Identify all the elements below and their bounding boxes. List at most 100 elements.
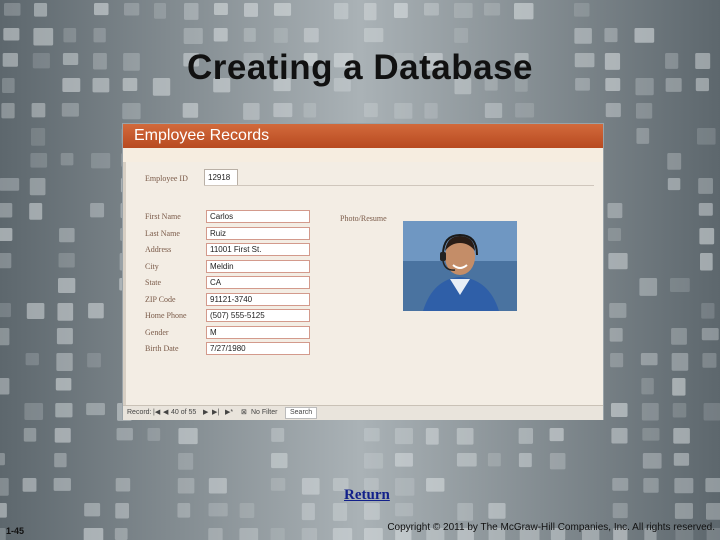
field-input[interactable]: CA	[206, 276, 310, 289]
bg-tile	[1, 103, 15, 119]
bg-tile	[394, 453, 413, 467]
bg-tile	[63, 28, 77, 43]
bg-tile	[147, 428, 161, 441]
bg-tile	[33, 28, 54, 46]
bg-tile	[29, 178, 46, 196]
first-record-icon[interactable]: |◀	[153, 406, 160, 419]
bg-tile	[243, 28, 256, 42]
bg-tile	[670, 278, 690, 292]
bg-tile	[674, 478, 694, 494]
bg-tile	[182, 103, 199, 118]
field-input[interactable]: Ruiz	[206, 226, 310, 240]
bg-tile	[178, 428, 198, 445]
bg-tile	[364, 28, 384, 43]
bg-tile	[3, 28, 20, 41]
bg-tile	[24, 403, 44, 421]
bg-tile	[23, 428, 37, 442]
bg-tile	[239, 503, 255, 519]
copyright-notice: Copyright © 2011 by The McGraw-Hill Comp…	[387, 522, 715, 533]
bg-tile	[610, 353, 624, 368]
field-input[interactable]: (507) 555-5125	[206, 309, 310, 322]
return-link[interactable]: Return	[344, 487, 390, 504]
bg-tile	[484, 103, 503, 118]
bg-tile	[702, 353, 717, 368]
bg-tile	[395, 478, 415, 496]
field-label: Last Name	[145, 228, 180, 238]
field-label: First Name	[145, 212, 181, 221]
bg-tile	[115, 478, 131, 492]
bg-tile	[271, 428, 285, 442]
bg-tile	[332, 528, 353, 540]
bg-tile	[701, 303, 715, 319]
prev-record-icon[interactable]: ◀	[163, 406, 168, 419]
field-input[interactable]: M	[206, 325, 310, 339]
bg-tile	[672, 378, 686, 396]
bg-tile	[454, 28, 469, 43]
bg-tile	[488, 503, 506, 519]
bg-tile	[184, 3, 199, 20]
bg-tile	[115, 503, 129, 519]
photo-label: Photo/Resume	[340, 214, 387, 223]
no-filter-button[interactable]: No Filter	[251, 406, 277, 419]
bg-tile	[122, 103, 141, 120]
record-selector[interactable]	[123, 162, 126, 407]
bg-tile	[454, 3, 473, 19]
bg-tile	[364, 503, 380, 520]
new-record-icon[interactable]: ▶*	[225, 406, 233, 419]
bg-tile	[425, 428, 439, 445]
bg-tile	[271, 453, 288, 469]
record-position[interactable]: 40 of 55	[171, 406, 196, 419]
bg-tile	[705, 478, 720, 493]
bg-tile	[394, 3, 408, 19]
bg-tile	[208, 528, 223, 540]
bg-tile	[636, 128, 650, 144]
bg-tile	[611, 428, 628, 444]
bg-tile	[671, 328, 687, 345]
bg-tile	[55, 378, 72, 391]
bg-tile	[243, 103, 260, 120]
bg-tile	[239, 528, 259, 540]
bg-tile	[61, 103, 79, 117]
field-input[interactable]: 7/27/1980	[206, 342, 310, 355]
bg-tile	[208, 478, 227, 494]
bg-tile	[674, 503, 693, 519]
bg-tile	[574, 3, 590, 17]
bg-tile	[0, 503, 7, 518]
employee-photo[interactable]	[403, 221, 517, 311]
field-input[interactable]: Carlos	[206, 210, 310, 223]
field-input[interactable]: Meldin	[206, 259, 310, 273]
bg-tile	[0, 478, 9, 496]
bg-tile	[706, 503, 720, 520]
bg-tile	[672, 403, 687, 418]
bg-tile	[0, 303, 11, 318]
bg-tile	[639, 278, 658, 296]
bg-tile	[31, 128, 46, 146]
employee-id-field[interactable]: 12918	[204, 169, 238, 186]
divider	[204, 185, 594, 186]
field-input[interactable]: 11001 First St.	[206, 243, 310, 256]
bg-tile	[301, 478, 320, 495]
bg-tile	[29, 203, 43, 220]
bg-tile	[0, 178, 20, 191]
bg-tile	[114, 528, 128, 540]
bg-tile	[34, 3, 48, 17]
search-box[interactable]: Search	[285, 407, 318, 419]
person-photo-icon	[403, 221, 517, 311]
bg-tile	[273, 28, 288, 43]
bg-tile	[457, 503, 474, 521]
bg-tile	[84, 503, 101, 517]
bg-tile	[208, 503, 228, 517]
bg-tile	[608, 253, 628, 270]
last-record-icon[interactable]: ▶|	[212, 406, 219, 419]
bg-tile	[671, 353, 689, 371]
field-label: Birth Date	[145, 344, 179, 353]
bg-tile	[456, 428, 474, 445]
bg-tile	[642, 428, 660, 441]
next-record-icon[interactable]: ▶	[203, 406, 208, 419]
bg-tile	[667, 153, 682, 170]
bg-tile	[394, 428, 413, 445]
form-header: Employee Records	[123, 124, 603, 148]
bg-tile	[274, 3, 292, 16]
field-input[interactable]: 91121-3740	[206, 292, 310, 306]
bg-tile	[57, 303, 74, 321]
